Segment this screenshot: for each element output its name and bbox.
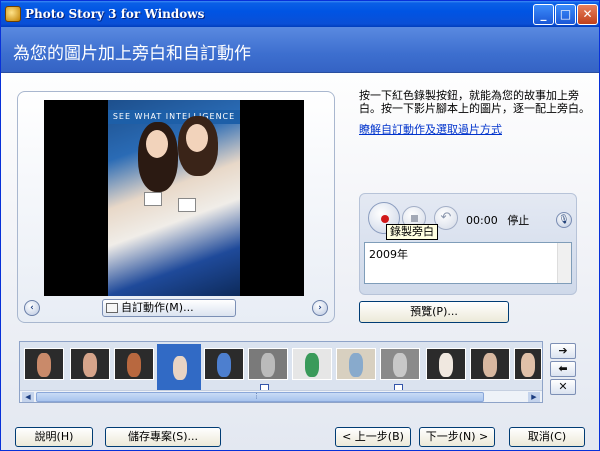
photo-banner-text: SEE WHAT INTELLIGENCE bbox=[108, 110, 240, 124]
photo-face-right bbox=[186, 124, 208, 152]
filmstrip-thumbnail[interactable] bbox=[426, 348, 466, 380]
page-header: 為您的圖片加上旁白和自訂動作 bbox=[1, 27, 599, 73]
filmstrip-scrollbar[interactable]: ◀ ⋮ ▶ bbox=[20, 390, 542, 402]
instructions-text: 按一下紅色錄製按鈕，就能為您的故事加上旁白。按一下影片腳本上的圖片，逐一配上旁白… bbox=[359, 89, 590, 115]
notes-scrollbar[interactable] bbox=[557, 243, 571, 283]
image-preview-panel: SEE WHAT INTELLIGENCE ‹ › 自訂動作(M)... bbox=[17, 91, 335, 323]
move-image-left-button[interactable]: ⬅ bbox=[550, 361, 576, 377]
thumb-subject bbox=[217, 353, 231, 377]
scrollbar-grip: ⋮ bbox=[253, 392, 260, 400]
thumb-subject bbox=[521, 353, 535, 377]
maximize-button[interactable]: □ bbox=[555, 4, 576, 25]
move-image-right-button[interactable]: ➔ bbox=[550, 343, 576, 359]
time-value: 00:00 bbox=[466, 214, 498, 227]
thumb-subject bbox=[393, 353, 407, 377]
page-title: 為您的圖片加上旁白和自訂動作 bbox=[13, 44, 251, 64]
thumb-subject bbox=[305, 353, 319, 377]
record-dot-icon bbox=[381, 215, 389, 223]
filmstrip-thumbnail[interactable] bbox=[24, 348, 64, 380]
thumb-subject bbox=[173, 356, 187, 380]
stop-icon bbox=[411, 215, 418, 222]
filmstrip-thumbnail[interactable] bbox=[470, 348, 510, 380]
remove-image-button[interactable]: ✕ bbox=[550, 379, 576, 395]
photo-content: SEE WHAT INTELLIGENCE bbox=[108, 100, 240, 296]
thumb-subject bbox=[349, 353, 363, 377]
app-window: Photo Story 3 for Windows _ □ ✕ 為您的圖片加上旁… bbox=[0, 0, 600, 451]
thumb-subject bbox=[127, 353, 141, 377]
close-button[interactable]: ✕ bbox=[577, 4, 598, 25]
recording-status: 停止 bbox=[507, 214, 530, 227]
scrollbar-thumb[interactable]: ⋮ bbox=[36, 392, 484, 402]
custom-motion-icon bbox=[106, 303, 118, 313]
filmstrip-thumbnail[interactable] bbox=[292, 348, 332, 380]
thumb-subject bbox=[483, 353, 497, 377]
thumb-subject bbox=[261, 353, 275, 377]
cancel-button[interactable]: 取消(C) bbox=[509, 427, 585, 447]
filmstrip: ◀ ⋮ ▶ bbox=[19, 341, 543, 403]
thumb-subject bbox=[439, 353, 453, 377]
back-button[interactable]: < 上一步(B) bbox=[335, 427, 411, 447]
learn-more-link[interactable]: 瞭解自訂動作及選取過片方式 bbox=[359, 121, 502, 137]
photo-story-app-icon bbox=[5, 6, 21, 22]
filmstrip-thumbnail[interactable] bbox=[70, 348, 110, 380]
preview-button[interactable]: 預覽(P)... bbox=[359, 301, 509, 323]
minimize-button[interactable]: _ bbox=[533, 4, 554, 25]
window-title: Photo Story 3 for Windows bbox=[25, 7, 205, 21]
microphone-settings-icon[interactable]: 🎙 bbox=[556, 212, 572, 228]
photo-face-left bbox=[146, 130, 168, 158]
thumb-subject bbox=[83, 353, 97, 377]
save-project-button[interactable]: 儲存專案(S)... bbox=[105, 427, 221, 447]
filmstrip-thumbnail[interactable] bbox=[248, 348, 288, 380]
notes-value: 2009年 bbox=[369, 248, 408, 261]
preview-photo: SEE WHAT INTELLIGENCE bbox=[44, 100, 304, 296]
title-bar[interactable]: Photo Story 3 for Windows _ □ ✕ bbox=[1, 1, 599, 27]
narration-time: 00:00 停止 bbox=[466, 212, 529, 228]
filmstrip-thumbnail[interactable] bbox=[336, 348, 376, 380]
record-narration-tooltip: 錄製旁白 bbox=[386, 224, 438, 240]
next-image-button[interactable]: › bbox=[312, 300, 328, 316]
thumb-subject bbox=[37, 353, 51, 377]
filmstrip-thumbnail[interactable] bbox=[204, 348, 244, 380]
customize-motion-label: 自訂動作(M)... bbox=[121, 301, 194, 314]
filmstrip-thumbnail[interactable] bbox=[514, 348, 542, 380]
filmstrip-thumbnail[interactable] bbox=[380, 348, 420, 380]
photo-card-left bbox=[144, 192, 162, 206]
filmstrip-thumbnail[interactable] bbox=[114, 348, 154, 380]
scroll-left-button[interactable]: ◀ bbox=[22, 392, 34, 402]
photo-card-right bbox=[178, 198, 196, 212]
scroll-right-button[interactable]: ▶ bbox=[528, 392, 540, 402]
next-button[interactable]: 下一步(N) > bbox=[419, 427, 495, 447]
main-content: SEE WHAT INTELLIGENCE ‹ › 自訂動作(M)... 按一下… bbox=[1, 73, 599, 450]
filmstrip-thumbnail-selected[interactable] bbox=[157, 344, 201, 390]
previous-image-button[interactable]: ‹ bbox=[24, 300, 40, 316]
customize-motion-button[interactable]: 自訂動作(M)... bbox=[102, 299, 236, 317]
help-button[interactable]: 說明(H) bbox=[15, 427, 93, 447]
narration-notes-textarea[interactable]: 2009年 bbox=[364, 242, 572, 284]
narration-panel: ↶ 00:00 停止 🎙 錄製旁白 2009年 bbox=[359, 193, 577, 295]
